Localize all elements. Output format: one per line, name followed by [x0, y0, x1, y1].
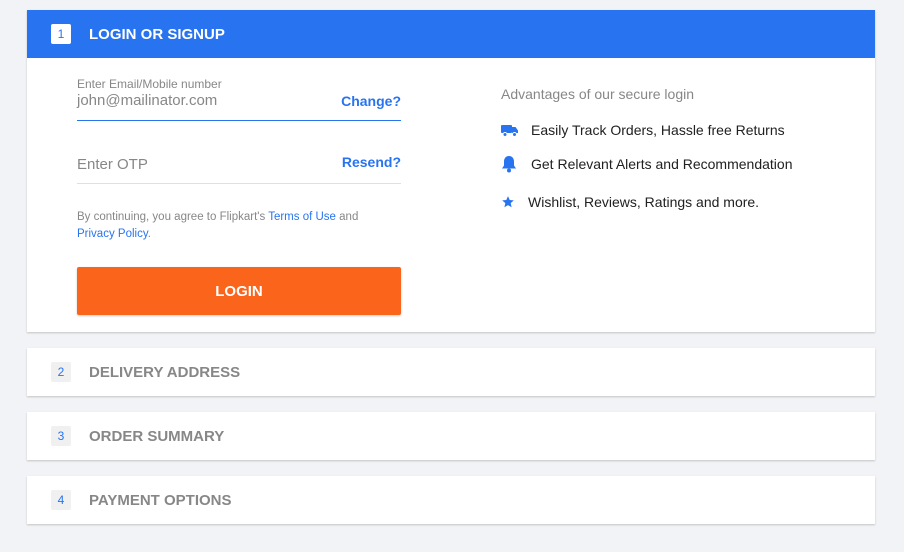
privacy-policy-link[interactable]: Privacy Policy [77, 228, 148, 240]
advantage-text: Wishlist, Reviews, Ratings and more. [528, 194, 760, 210]
step-payment-card[interactable]: 4 PAYMENT OPTIONS [27, 476, 875, 524]
step-payment-header: 4 PAYMENT OPTIONS [27, 476, 875, 524]
advantage-text: Get Relevant Alerts and Recommendation [531, 156, 793, 172]
step-delivery-header: 2 DELIVERY ADDRESS [27, 348, 875, 396]
step-title: DELIVERY ADDRESS [89, 363, 241, 381]
step-login-card: 1 LOGIN OR SIGNUP Enter Email/Mobile num… [27, 10, 875, 332]
email-field-label: Enter Email/Mobile number [77, 77, 222, 91]
otp-field: Resend? [77, 141, 401, 184]
resend-link[interactable]: Resend? [342, 154, 401, 170]
advantages-title: Advantages of our secure login [501, 86, 695, 102]
step-title: ORDER SUMMARY [89, 427, 225, 445]
step-number: 4 [51, 490, 71, 510]
terms-text: By continuing, you agree to Flipkart's T… [77, 209, 401, 243]
email-field[interactable]: Enter Email/Mobile number john@mailinato… [77, 77, 401, 121]
login-form: Enter Email/Mobile number john@mailinato… [77, 58, 401, 315]
step-number: 3 [51, 426, 71, 446]
truck-icon [501, 121, 531, 139]
terms-of-use-link[interactable]: Terms of Use [268, 211, 336, 223]
step-title: LOGIN OR SIGNUP [89, 25, 225, 43]
advantage-text: Easily Track Orders, Hassle free Returns [531, 122, 785, 138]
star-icon [501, 193, 528, 211]
step-number: 2 [51, 362, 71, 382]
step-number: 1 [51, 24, 71, 44]
bell-icon [501, 155, 531, 173]
advantages-panel: Advantages of our secure login Easily Tr… [501, 86, 841, 211]
terms-prefix: By continuing, you agree to Flipkart's [77, 211, 269, 223]
login-button[interactable]: LOGIN [77, 267, 401, 315]
step-delivery-card[interactable]: 2 DELIVERY ADDRESS [27, 348, 875, 396]
step-login-header: 1 LOGIN OR SIGNUP [27, 10, 875, 58]
advantage-item: Get Relevant Alerts and Recommendation [501, 155, 841, 173]
change-link[interactable]: Change? [341, 93, 401, 109]
advantage-item: Wishlist, Reviews, Ratings and more. [501, 193, 841, 211]
terms-suffix: . [147, 228, 151, 240]
otp-input[interactable] [77, 156, 317, 173]
step-order-summary-header: 3 ORDER SUMMARY [27, 412, 875, 460]
terms-and: and [335, 211, 359, 223]
step-order-summary-card[interactable]: 3 ORDER SUMMARY [27, 412, 875, 460]
step-title: PAYMENT OPTIONS [89, 491, 232, 509]
advantage-item: Easily Track Orders, Hassle free Returns [501, 121, 841, 139]
